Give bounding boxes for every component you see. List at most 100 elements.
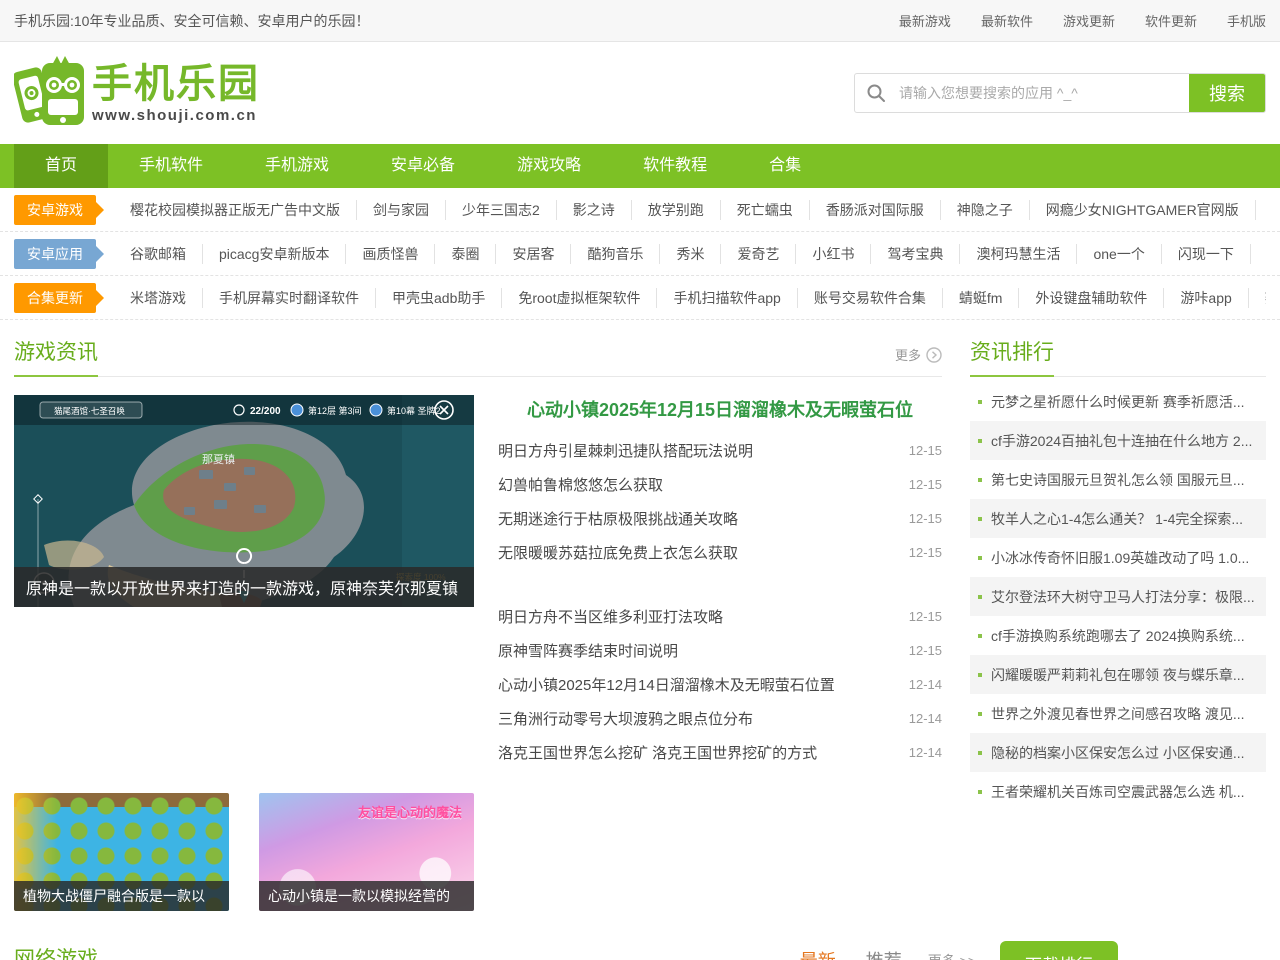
- tag-link[interactable]: 谷歌邮箱: [114, 244, 203, 264]
- tag-link[interactable]: 米塔游戏: [114, 288, 203, 308]
- tag-link[interactable]: bubble官方最新版: [1251, 244, 1266, 264]
- news-list-item[interactable]: 幻兽帕鲁棉悠悠怎么获取 12-15: [498, 467, 942, 501]
- tag-link[interactable]: 泰圈: [435, 244, 496, 264]
- news-item-title[interactable]: 洛克王国世界怎么挖矿 洛克王国世界挖矿的方式: [498, 742, 817, 763]
- news-item-title[interactable]: 心动小镇2025年12月14日溜溜橡木及无暇萤石位置: [498, 674, 835, 695]
- top-link[interactable]: 游戏更新: [1063, 11, 1115, 30]
- online-games-more-link[interactable]: 更多 >>: [928, 951, 976, 960]
- news-thumbnail-xindong[interactable]: 友谊是心动的魔法 心动小镇是一款以模拟经营的: [259, 793, 474, 911]
- featured-news-image[interactable]: 猫尾酒馆·七圣召唤 22/200 第12层 第3间 第10幕 圣牌2 那夏镇 探…: [14, 395, 474, 607]
- nav-item[interactable]: 安卓必备: [360, 144, 486, 188]
- news-item-title[interactable]: 明日方舟引星棘刺迅捷队搭配玩法说明: [498, 440, 753, 461]
- tag-label-collections[interactable]: 合集更新: [14, 283, 96, 313]
- news-thumbnail-pvz[interactable]: 植物大战僵尸融合版是一款以: [14, 793, 229, 911]
- thumbnail-caption: 植物大战僵尸融合版是一款以: [14, 881, 229, 911]
- tag-link[interactable]: 手机扫描软件app: [657, 288, 797, 308]
- ranking-section-header: 资讯排行: [970, 330, 1266, 377]
- ranking-list-item[interactable]: 隐秘的档案小区保安怎么过 小区保安通...: [970, 733, 1266, 772]
- ranking-list-item[interactable]: 闪耀暖暖严莉莉礼包在哪领 夜与蝶乐章...: [970, 655, 1266, 694]
- games-tab[interactable]: 最新: [800, 947, 836, 960]
- search-input[interactable]: [897, 84, 1189, 102]
- map-town-label: 那夏镇: [202, 452, 235, 466]
- tag-link[interactable]: 死亡蠕虫: [721, 200, 810, 220]
- map-hud-tag: 猫尾酒馆·七圣召唤: [54, 406, 125, 416]
- download-ranking-section: 下载排行 1 堆叠大陆 休闲益智: [1000, 937, 1266, 960]
- news-list-item[interactable]: 无限暖暖苏菇拉底免费上衣怎么获取 12-15: [498, 535, 942, 569]
- news-list-item[interactable]: 明日方舟不当区维多利亚打法攻略 12-15: [498, 599, 942, 633]
- tag-link[interactable]: 免root虚拟框架软件: [502, 288, 657, 308]
- tag-link[interactable]: 秀米: [660, 244, 721, 264]
- tag-link[interactable]: 樱花校园模拟器正版无广告中文版: [114, 200, 357, 220]
- tag-link[interactable]: 手机屏幕实时翻译软件: [203, 288, 376, 308]
- tag-link[interactable]: 酷狗音乐: [571, 244, 660, 264]
- tag-link[interactable]: 网瘾少女NIGHTGAMER官网版: [1030, 200, 1256, 220]
- news-item-title[interactable]: 原神雪阵赛季结束时间说明: [498, 640, 678, 661]
- news-item-title[interactable]: 无期迷途行于枯原极限挑战通关攻略: [498, 508, 738, 529]
- tag-link[interactable]: 少年三国志2: [446, 200, 557, 220]
- tag-link[interactable]: 剑与家园: [357, 200, 446, 220]
- news-list-item[interactable]: 心动小镇2025年12月14日溜溜橡木及无暇萤石位置 12-14: [498, 667, 942, 701]
- nav-item[interactable]: 手机软件: [108, 144, 234, 188]
- circle-arrow-icon: [926, 347, 942, 363]
- ranking-list-item[interactable]: 元梦之星祈愿什么时候更新 赛季祈愿活...: [970, 382, 1266, 421]
- tag-link[interactable]: 影之诗: [557, 200, 632, 220]
- ranking-list-item[interactable]: 牧羊人之心1-4怎么通关？ 1-4完全探索...: [970, 499, 1266, 538]
- news-item-title[interactable]: 三角洲行动零号大坝渡鸦之眼点位分布: [498, 708, 753, 729]
- ranking-list-item[interactable]: 艾尔登法环大树守卫马人打法分享：极限...: [970, 577, 1266, 616]
- tag-link[interactable]: 画质怪兽: [346, 244, 435, 264]
- ranking-list-item[interactable]: 世界之外渡见春世界之间感召攻略 渡见...: [970, 694, 1266, 733]
- tag-rows: 安卓游戏 樱花校园模拟器正版无广告中文版剑与家园少年三国志2影之诗放学别跑死亡蠕…: [0, 188, 1280, 320]
- tag-link[interactable]: 驾考宝典: [871, 244, 960, 264]
- top-link[interactable]: 最新软件: [981, 11, 1033, 30]
- tag-link[interactable]: 闪现一下: [1162, 244, 1251, 264]
- news-list-item[interactable]: 原神雪阵赛季结束时间说明 12-15: [498, 633, 942, 667]
- top-link[interactable]: 软件更新: [1145, 11, 1197, 30]
- tag-link[interactable]: 爱奇艺: [721, 244, 796, 264]
- tag-link[interactable]: 账号交易软件合集: [798, 288, 943, 308]
- tag-link[interactable]: 咕咚小镇: [1256, 200, 1266, 220]
- tag-link[interactable]: 安居客: [496, 244, 571, 264]
- logo-text: 手机乐园 www.shouji.com.cn: [92, 63, 260, 124]
- search-button[interactable]: 搜索: [1189, 73, 1265, 113]
- tag-link[interactable]: 蜻蜓fm: [943, 288, 1020, 308]
- tag-link[interactable]: 赛车游戏大: [1249, 288, 1266, 308]
- tag-link[interactable]: 澳柯玛慧生活: [960, 244, 1077, 264]
- tag-link[interactable]: 神隐之子: [941, 200, 1030, 220]
- tag-link[interactable]: 放学别跑: [632, 200, 721, 220]
- tag-link[interactable]: 小红书: [796, 244, 871, 264]
- ranking-list-item[interactable]: cf手游2024百抽礼包十连抽在什么地方 2...: [970, 421, 1266, 460]
- map-hud-act: 第10幕 圣牌2: [387, 405, 441, 416]
- bullet-icon: [978, 400, 982, 404]
- top-link[interactable]: 手机版: [1227, 11, 1266, 30]
- tag-link[interactable]: 甲壳虫adb助手: [376, 288, 502, 308]
- news-item-title[interactable]: 幻兽帕鲁棉悠悠怎么获取: [498, 474, 663, 495]
- ranking-list-item[interactable]: 第七史诗国服元旦贺礼怎么领 国服元旦...: [970, 460, 1266, 499]
- top-link[interactable]: 最新游戏: [899, 11, 951, 30]
- news-list-item[interactable]: 无期迷途行于枯原极限挑战通关攻略 12-15: [498, 501, 942, 535]
- tag-label-android-games[interactable]: 安卓游戏: [14, 195, 96, 225]
- news-headline[interactable]: 心动小镇2025年12月15日溜溜橡木及无暇萤石位: [498, 395, 942, 425]
- site-logo[interactable]: 手机乐园 www.shouji.com.cn: [14, 53, 260, 134]
- ranking-list-item[interactable]: 王者荣耀机关百炼司空震武器怎么选 机...: [970, 772, 1266, 811]
- news-list-item[interactable]: 洛克王国世界怎么挖矿 洛克王国世界挖矿的方式 12-14: [498, 735, 942, 769]
- nav-item[interactable]: 手机游戏: [234, 144, 360, 188]
- download-ranking-button[interactable]: 下载排行: [1000, 941, 1118, 960]
- tag-link[interactable]: picacg安卓新版本: [203, 244, 346, 264]
- news-item-title[interactable]: 明日方舟不当区维多利亚打法攻略: [498, 606, 723, 627]
- ranking-list-item[interactable]: cf手游换购系统跑哪去了 2024换购系统...: [970, 616, 1266, 655]
- tag-link[interactable]: 游咔app: [1164, 288, 1248, 308]
- tag-link[interactable]: one一个: [1077, 244, 1161, 264]
- news-more-link[interactable]: 更多: [895, 345, 942, 376]
- nav-item[interactable]: 合集: [738, 144, 832, 188]
- nav-item[interactable]: 软件教程: [612, 144, 738, 188]
- news-list-item[interactable]: 明日方舟引星棘刺迅捷队搭配玩法说明 12-15: [498, 433, 942, 467]
- games-tab[interactable]: 推荐: [866, 947, 902, 960]
- nav-item[interactable]: 游戏攻略: [486, 144, 612, 188]
- news-item-title[interactable]: 无限暖暖苏菇拉底免费上衣怎么获取: [498, 542, 738, 563]
- tag-link[interactable]: 外设键盘辅助软件: [1019, 288, 1164, 308]
- tag-label-android-apps[interactable]: 安卓应用: [14, 239, 96, 269]
- news-list-item[interactable]: 三角洲行动零号大坝渡鸦之眼点位分布 12-14: [498, 701, 942, 735]
- ranking-list-item[interactable]: 小冰冰传奇怀旧服1.09英雄改动了吗 1.0...: [970, 538, 1266, 577]
- tag-link[interactable]: 香肠派对国际服: [810, 200, 941, 220]
- nav-item[interactable]: 首页: [14, 144, 108, 188]
